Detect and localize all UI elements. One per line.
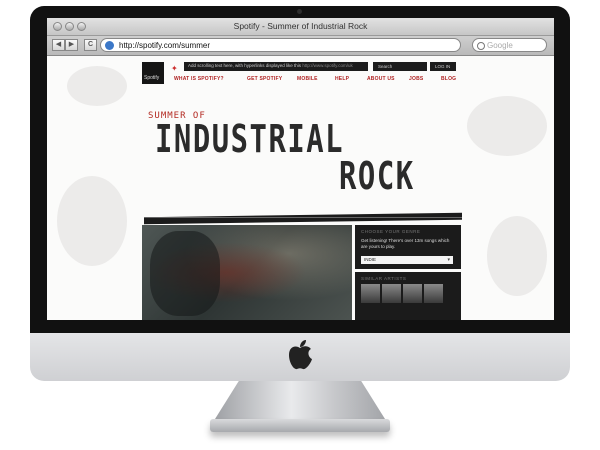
- hero-title-line1: INDUSTRIAL: [155, 117, 345, 161]
- artist-thumbnail[interactable]: [382, 284, 401, 303]
- spotify-logo[interactable]: Spotify: [142, 62, 164, 84]
- hero-image: [142, 225, 352, 320]
- nav-blog[interactable]: BLOG: [441, 76, 456, 82]
- nav-about-us[interactable]: ABOUT US: [367, 76, 395, 82]
- address-bar[interactable]: http://spotify.com/summer: [100, 38, 461, 52]
- nav-what-is-spotify[interactable]: WHAT IS SPOTIFY?: [174, 76, 224, 82]
- nav-get-spotify[interactable]: GET SPOTIFY: [247, 76, 282, 82]
- forward-button[interactable]: ▶: [65, 39, 78, 51]
- url-text: http://spotify.com/summer: [119, 41, 210, 50]
- nav-help[interactable]: HELP: [335, 76, 349, 82]
- nav-jobs[interactable]: JOBS: [409, 76, 423, 82]
- reload-button[interactable]: C: [84, 39, 97, 51]
- logo-text: Spotify: [144, 75, 160, 81]
- hero-figure: [150, 231, 220, 316]
- genre-panel: CHOOSE YOUR GENRE Get listening! There's…: [355, 225, 461, 269]
- imac-stand-base: [210, 419, 390, 432]
- hero-title-line2: ROCK: [339, 154, 415, 198]
- twitter-bird-icon[interactable]: ✦: [171, 64, 178, 73]
- genre-selected-value: INDIE: [364, 257, 377, 262]
- back-button[interactable]: ◀: [52, 39, 65, 51]
- grunge-texture: [487, 216, 547, 296]
- login-button[interactable]: LOG IN: [430, 62, 456, 71]
- magnifier-icon: [477, 42, 485, 50]
- artist-thumbnail[interactable]: [424, 284, 443, 303]
- login-label: LOG IN: [435, 63, 451, 69]
- browser-titlebar: Spotify - Summer of Industrial Rock: [47, 18, 554, 36]
- artist-thumbnail[interactable]: [361, 284, 380, 303]
- ticker-text: Add scrolling text here, with hyperlinks…: [188, 63, 353, 68]
- chevron-down-icon: ▾: [447, 256, 450, 263]
- window-title: Spotify - Summer of Industrial Rock: [233, 21, 368, 31]
- artist-thumbnail[interactable]: [403, 284, 422, 303]
- grunge-texture: [467, 96, 547, 156]
- genre-dropdown[interactable]: INDIE ▾: [361, 256, 453, 264]
- search-placeholder: Google: [487, 41, 513, 50]
- browser-toolbar: ◀ ▶ C http://spotify.com/summer Google: [47, 36, 554, 56]
- site-search-label: Search: [378, 63, 393, 69]
- camera-icon: [297, 9, 302, 14]
- news-ticker: Add scrolling text here, with hyperlinks…: [184, 62, 368, 71]
- similar-artists-panel: SIMILAR ARTISTS: [355, 272, 461, 320]
- imac-stand: [215, 381, 385, 419]
- grunge-divider: [144, 212, 462, 225]
- spotify-page: Spotify ✦ Add scrolling text here, with …: [47, 56, 554, 320]
- grunge-texture: [57, 176, 127, 266]
- apple-logo-icon: [289, 340, 312, 370]
- screen: Spotify - Summer of Industrial Rock ◀ ▶ …: [47, 18, 554, 320]
- ticker-link[interactable]: http://www.spotify.com/uk: [302, 63, 352, 68]
- genre-heading: CHOOSE YOUR GENRE: [361, 229, 421, 234]
- similar-artists-heading: SIMILAR ARTISTS: [361, 276, 407, 281]
- grunge-texture: [67, 66, 127, 106]
- browser-search-field[interactable]: Google: [472, 38, 547, 52]
- site-search-input[interactable]: Search: [373, 62, 427, 71]
- nav-mobile[interactable]: MOBILE: [297, 76, 318, 82]
- globe-icon: [105, 41, 114, 50]
- genre-description: Get listening! There's over 13m songs wh…: [361, 238, 450, 249]
- divider-highlight: [144, 217, 462, 218]
